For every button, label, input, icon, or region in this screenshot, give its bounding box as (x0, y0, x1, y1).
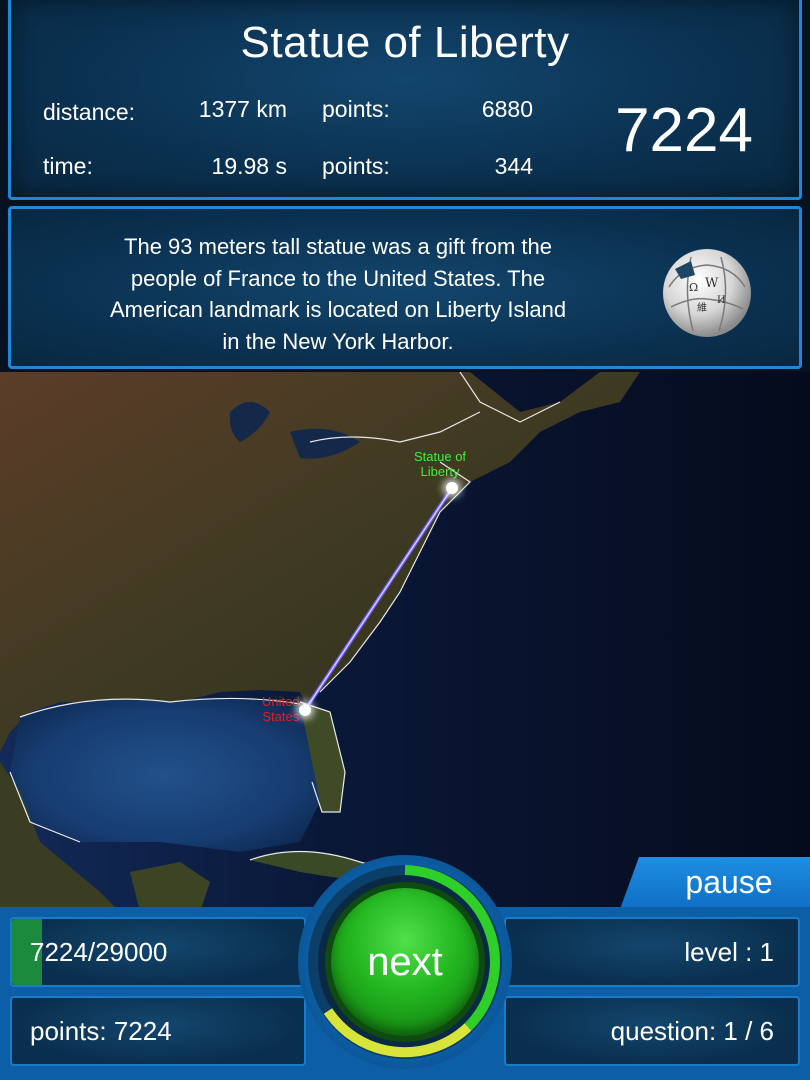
guess-marker (299, 704, 311, 716)
guess-label: United States (262, 694, 300, 724)
distance-points-label: points: (322, 96, 390, 122)
distance-value: 1377 km (198, 96, 287, 122)
time-points-label: points: (322, 153, 390, 179)
svg-text:Ω: Ω (689, 281, 698, 294)
question-text: question: 1 / 6 (504, 996, 800, 1066)
landmark-fact: The 93 meters tall statue was a gift fro… (33, 231, 643, 357)
svg-text:維: 維 (697, 301, 707, 314)
time-label: time: (43, 153, 93, 179)
progress-bar: 7224/29000 (10, 917, 306, 987)
fact-line: American landmark is located on Liberty … (109, 297, 567, 322)
guess-label-line: United (262, 694, 300, 709)
level-text: level : 1 (504, 917, 800, 987)
distance-label: distance: (43, 99, 136, 125)
pause-button[interactable]: pause (620, 857, 810, 909)
fact-line: in the New York Harbor. (222, 328, 454, 354)
landmark-info-panel: The 93 meters tall statue was a gift fro… (8, 206, 802, 369)
points-text: points: 7224 (10, 996, 306, 1066)
target-label-line: Statue of (414, 449, 467, 464)
landmark-title: Statue of Liberty (240, 18, 570, 67)
next-button[interactable]: next (331, 888, 479, 1036)
target-marker (446, 482, 458, 494)
svg-text:W: W (705, 276, 719, 291)
fact-line: people of France to the United States. T… (130, 265, 546, 291)
distance-points-value: 6880 (481, 96, 533, 122)
wikipedia-globe-icon[interactable]: W Ω И 維 (661, 247, 753, 339)
world-map[interactable]: Statue of Liberty United States (0, 372, 810, 912)
fact-line: The 93 meters tall statue was a gift fro… (124, 234, 552, 259)
score-panel: Statue of Liberty distance: 1377 km poin… (8, 0, 802, 200)
svg-text:И: И (717, 295, 726, 306)
round-score: 7224 (615, 96, 753, 165)
target-label-line: Liberty (420, 464, 460, 479)
time-points-value: 344 (494, 153, 533, 179)
guess-label-line: States (262, 709, 300, 724)
target-label: Statue of Liberty (414, 449, 466, 479)
progress-text: 7224/29000 (30, 937, 168, 967)
time-value: 19.98 s (211, 153, 287, 179)
